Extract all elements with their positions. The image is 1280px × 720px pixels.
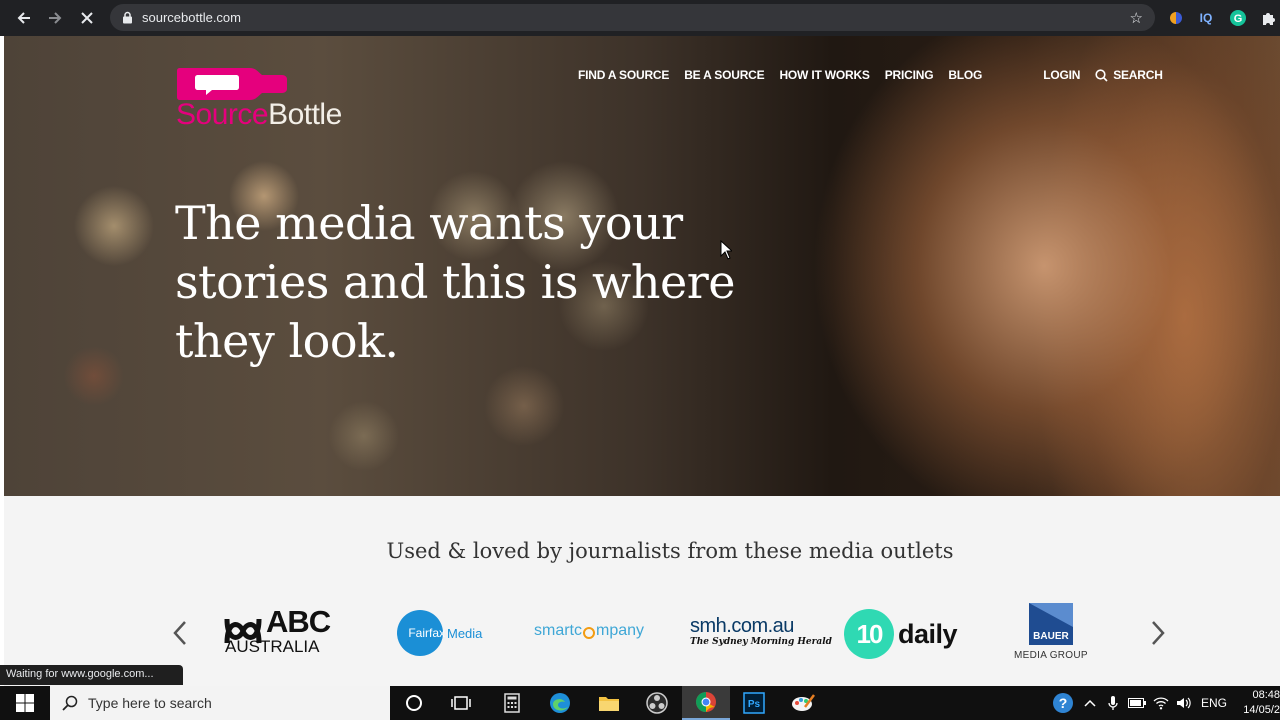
browser-status-bar: Waiting for www.google.com... bbox=[0, 665, 183, 685]
browser-toolbar: sourcebottle.com ☆ IQ G bbox=[0, 0, 1280, 36]
nav-blog[interactable]: BLOG bbox=[948, 68, 982, 82]
extension-icon[interactable] bbox=[1166, 8, 1186, 28]
abc-australia-logo: ABC AUSTRALIA bbox=[224, 604, 331, 656]
carousel-next-button[interactable] bbox=[1150, 620, 1166, 653]
battery-icon[interactable] bbox=[1127, 686, 1147, 720]
url-text: sourcebottle.com bbox=[142, 10, 241, 25]
photoshop-icon[interactable]: Ps bbox=[730, 686, 778, 720]
outlets-tagline: Used & loved by journalists from these m… bbox=[386, 539, 954, 563]
bookmark-star-icon[interactable]: ☆ bbox=[1130, 9, 1143, 27]
windows-taskbar: Type here to search Ps ? ENG 08:48 14/05… bbox=[0, 686, 1280, 720]
iq-extension-icon[interactable]: IQ bbox=[1196, 8, 1216, 28]
bottle-icon bbox=[177, 68, 287, 100]
hero-banner: SourceBottle FIND A SOURCE BE A SOURCE H… bbox=[4, 36, 1280, 496]
chrome-icon[interactable] bbox=[682, 686, 730, 720]
media-outlets-section: Used & loved by journalists from these m… bbox=[4, 496, 1280, 686]
svg-text:Ps: Ps bbox=[748, 699, 761, 710]
sourcebottle-logo[interactable]: SourceBottle bbox=[176, 67, 376, 137]
microphone-icon[interactable] bbox=[1104, 686, 1122, 720]
address-bar[interactable]: sourcebottle.com ☆ bbox=[110, 4, 1155, 31]
forward-icon[interactable] bbox=[40, 3, 70, 33]
nav-pricing[interactable]: PRICING bbox=[885, 68, 934, 82]
edge-browser-icon[interactable] bbox=[536, 686, 584, 720]
task-view-icon[interactable] bbox=[437, 686, 485, 720]
carousel-prev-button[interactable] bbox=[172, 620, 188, 653]
lock-icon bbox=[120, 11, 134, 25]
stop-loading-icon[interactable] bbox=[72, 3, 102, 33]
help-tray-icon[interactable]: ? bbox=[1050, 686, 1076, 720]
system-clock[interactable]: 08:48 14/05/2 bbox=[1236, 688, 1280, 718]
smartcompany-logo: smartc mpany bbox=[534, 622, 645, 639]
smh-logo: smh.com.au The Sydney Morning Herald bbox=[690, 615, 832, 647]
file-explorer-icon[interactable] bbox=[585, 686, 633, 720]
taskbar-search-box[interactable]: Type here to search bbox=[50, 686, 390, 720]
paint-app-icon[interactable] bbox=[779, 686, 827, 720]
wifi-icon[interactable] bbox=[1151, 686, 1171, 720]
volume-icon[interactable] bbox=[1174, 686, 1194, 720]
cortana-icon[interactable] bbox=[390, 686, 438, 720]
nav-how-it-works[interactable]: HOW IT WORKS bbox=[779, 68, 869, 82]
windows-start-icon[interactable] bbox=[0, 686, 50, 720]
nav-search[interactable]: SEARCH bbox=[1095, 68, 1163, 82]
nav-find-a-source[interactable]: FIND A SOURCE bbox=[578, 68, 669, 82]
10-daily-logo: 10 daily bbox=[844, 609, 958, 659]
mouse-cursor-icon bbox=[720, 240, 732, 260]
main-nav: FIND A SOURCE BE A SOURCE HOW IT WORKS P… bbox=[578, 66, 1178, 84]
search-icon bbox=[1095, 68, 1108, 82]
bauer-media-logo: BAUER MEDIA GROUP bbox=[1014, 603, 1088, 661]
nav-be-a-source[interactable]: BE A SOURCE bbox=[684, 68, 764, 82]
svg-text:G: G bbox=[1234, 13, 1243, 25]
extensions-puzzle-icon[interactable] bbox=[1259, 8, 1279, 28]
chevron-up-icon[interactable] bbox=[1080, 686, 1100, 720]
obs-studio-icon[interactable] bbox=[633, 686, 681, 720]
svg-text:?: ? bbox=[1059, 695, 1068, 711]
logo-wordmark: SourceBottle bbox=[176, 98, 342, 131]
search-icon bbox=[62, 695, 78, 711]
nav-login[interactable]: LOGIN bbox=[1043, 68, 1080, 82]
hero-headline: The media wants your stories and this is… bbox=[175, 196, 735, 368]
taskbar-search-placeholder: Type here to search bbox=[88, 695, 212, 711]
back-icon[interactable] bbox=[9, 3, 39, 33]
fairfax-media-logo: Fairfax Media bbox=[397, 610, 482, 656]
grammarly-icon[interactable]: G bbox=[1228, 8, 1248, 28]
calculator-icon[interactable] bbox=[488, 686, 536, 720]
language-indicator[interactable]: ENG bbox=[1198, 686, 1230, 720]
